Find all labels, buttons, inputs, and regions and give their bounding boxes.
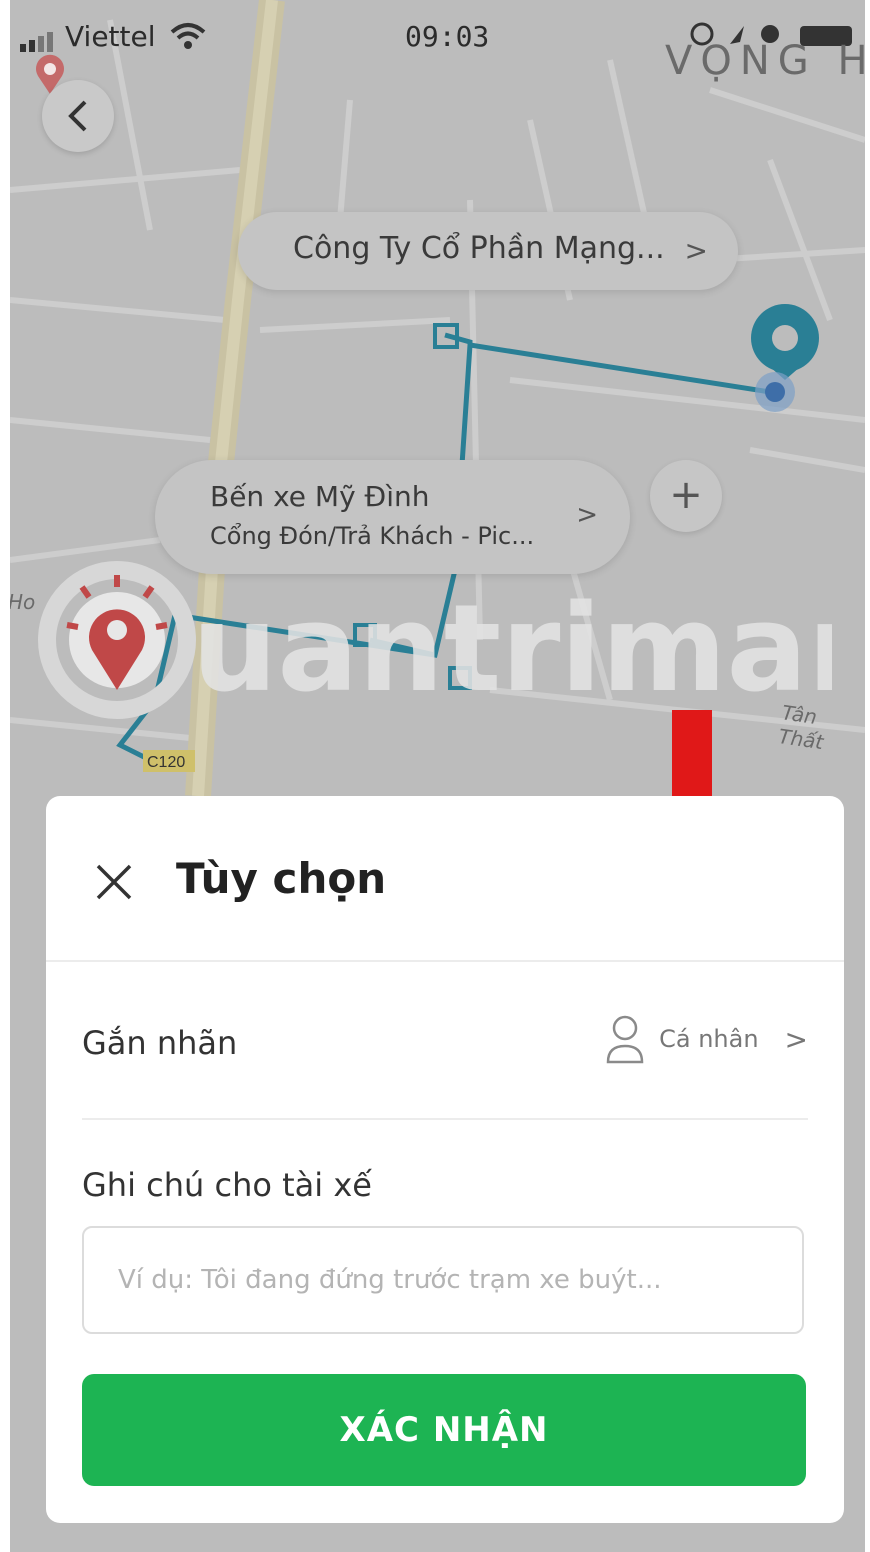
route-badge: C120 <box>147 754 185 771</box>
wifi-icon <box>170 23 206 49</box>
chevron-left-icon <box>68 100 87 132</box>
tag-label: Gắn nhãn <box>82 1024 238 1062</box>
chevron-right-icon: > <box>684 234 708 267</box>
signal-icon <box>20 32 53 52</box>
carrier-name: Viettel <box>65 20 156 53</box>
destination-pill[interactable]: Công Ty Cổ Phần Mạng... > <box>238 212 738 290</box>
tag-row[interactable]: Gắn nhãn Cá nhân > <box>82 962 808 1120</box>
destination-title: Công Ty Cổ Phần Mạng... <box>293 231 665 266</box>
tag-selector[interactable]: Cá nhân > <box>605 1014 808 1064</box>
confirm-button[interactable]: XÁC NHẬN <box>82 1374 806 1486</box>
back-button[interactable] <box>42 80 114 152</box>
map-area-label: VỌNG H <box>665 38 865 84</box>
chevron-right-icon: > <box>784 1022 808 1056</box>
tag-value: Cá nhân <box>659 1025 759 1053</box>
options-sheet: Tùy chọn Gắn nhãn Cá nhân > Ghi chú cho … <box>46 796 844 1523</box>
sheet-title: Tùy chọn <box>176 854 387 903</box>
note-label: Ghi chú cho tài xế <box>82 1166 372 1204</box>
driver-note-input[interactable] <box>82 1226 804 1334</box>
watermark-logo: uantrimang <box>38 561 832 719</box>
pickup-title: Bến xe Mỹ Đình <box>210 480 430 513</box>
pickup-subtitle: Cổng Đón/Trả Khách - Pic... <box>210 522 535 550</box>
person-icon <box>606 1015 644 1064</box>
sheet-header: Tùy chọn <box>46 796 844 962</box>
chevron-right-icon: > <box>576 500 598 530</box>
watermark-text: uantrimang <box>192 580 832 719</box>
clock: 09:03 <box>405 20 490 53</box>
close-icon[interactable] <box>94 862 134 902</box>
add-stop-button[interactable]: + <box>650 460 722 532</box>
app-screen: C120 Viettel 09:03 VỌNG H Tân Thất Ho Cô… <box>10 0 865 1552</box>
